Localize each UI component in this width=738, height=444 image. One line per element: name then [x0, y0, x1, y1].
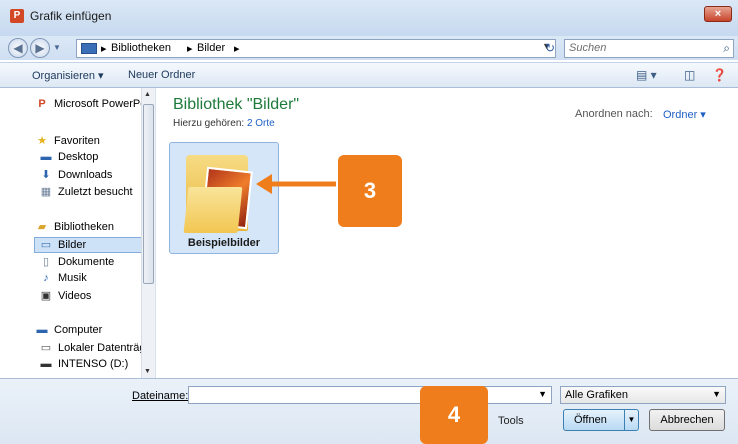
new-folder-button[interactable]: Neuer Ordner: [128, 69, 195, 81]
sidebar-scrollbar[interactable]: ▲ ▼: [141, 88, 155, 378]
help-icon[interactable]: ❓: [712, 68, 727, 82]
window-title: Grafik einfügen: [30, 9, 112, 23]
documents-icon: ▯: [42, 256, 50, 268]
downloads-icon: ⬇: [41, 169, 51, 181]
tools-menu[interactable]: Tools: [498, 415, 524, 427]
step-4-callout: 4: [420, 386, 488, 444]
sidebar-item-recent[interactable]: ▦ Zuletzt besucht: [38, 185, 142, 201]
close-button[interactable]: ×: [704, 6, 732, 22]
powerpoint-app-icon: P: [10, 9, 24, 23]
search-input[interactable]: Suchen: [569, 42, 606, 54]
forward-button[interactable]: ▶: [30, 38, 50, 58]
search-box[interactable]: Suchen ⌕: [564, 39, 734, 58]
organize-menu[interactable]: Organisieren ▾: [32, 69, 104, 82]
breadcrumb-bilder[interactable]: Bilder: [197, 42, 225, 54]
history-dropdown-icon[interactable]: ▼: [53, 40, 63, 56]
breadcrumb-separator-icon[interactable]: ▸: [234, 42, 240, 55]
arrange-by-label: Anordnen nach:: [575, 108, 653, 120]
sidebar-item-bibliotheken[interactable]: ▰ Bibliotheken: [34, 220, 152, 236]
sidebar-item-powerpoint[interactable]: P Microsoft PowerPo: [34, 98, 152, 114]
open-button[interactable]: Öffnen ▼: [563, 409, 639, 431]
open-options-dropdown-icon[interactable]: ▼: [624, 410, 638, 430]
arrange-by-dropdown[interactable]: Ordner ▾: [663, 108, 706, 121]
library-icon: [81, 43, 97, 54]
videos-icon: ▣: [40, 290, 52, 302]
navigation-pane: P Microsoft PowerPo ★ Favoriten ▬ Desktop ⬇…: [0, 88, 156, 378]
star-icon: ★: [37, 135, 47, 147]
folder-label: Beispielbilder: [187, 237, 261, 249]
step-3-callout: 3: [338, 155, 402, 227]
view-options-icon[interactable]: ▤ ▾: [636, 68, 657, 82]
filename-label: Dateiname:: [132, 390, 189, 402]
sidebar-item-favoriten[interactable]: ★ Favoriten: [34, 134, 152, 150]
address-bar[interactable]: ▸ Bibliotheken ▸ Bilder ▸ ▼: [76, 39, 556, 58]
search-icon[interactable]: ⌕: [723, 41, 730, 56]
library-title: Bibliothek "Bilder": [173, 96, 300, 113]
drive-icon: ▭: [40, 342, 52, 354]
sidebar-item-dokumente[interactable]: ▯ Dokumente: [38, 255, 142, 271]
filename-dropdown-icon[interactable]: ▼: [538, 389, 547, 399]
scroll-up-icon[interactable]: ▲: [144, 91, 151, 98]
library-icon: ▰: [37, 221, 47, 233]
usb-drive-icon: ▬: [40, 358, 52, 370]
title-bar: P Grafik einfügen ×: [0, 0, 738, 36]
powerpoint-icon: P: [38, 98, 46, 110]
dialog-footer: Dateiname: ▼ Alle Grafiken ▼ Tools Öffne…: [0, 378, 738, 444]
cancel-button[interactable]: Abbrechen: [649, 409, 725, 431]
back-button[interactable]: ◀: [8, 38, 28, 58]
address-row: ◀ ▶ ▼ ▸ Bibliotheken ▸ Bilder ▸ ▼ ↻ Such…: [0, 36, 738, 60]
folder-item-beispielbilder[interactable]: Beispielbilder: [169, 142, 279, 254]
sidebar-item-videos[interactable]: ▣ Videos: [38, 289, 142, 305]
music-icon: ♪: [43, 272, 49, 284]
breadcrumb-separator-icon[interactable]: ▸: [187, 42, 193, 55]
sidebar-item-local-drive[interactable]: ▭ Lokaler Datenträg: [38, 341, 142, 357]
computer-icon: ▬: [36, 324, 48, 336]
sidebar-item-bilder[interactable]: ▭ Bilder: [34, 237, 144, 253]
breadcrumb-separator-icon[interactable]: ▸: [101, 42, 107, 55]
sidebar-item-intenso[interactable]: ▬ INTENSO (D:): [38, 358, 142, 374]
file-type-dropdown-icon[interactable]: ▼: [712, 389, 721, 399]
file-list-area: Bibliothek "Bilder" Hierzu gehören: 2 Or…: [157, 88, 738, 378]
breadcrumb-bibliotheken[interactable]: Bibliotheken: [111, 42, 171, 54]
filename-input[interactable]: ▼: [188, 386, 552, 404]
recent-icon: ▦: [40, 186, 52, 198]
sidebar-item-musik[interactable]: ♪ Musik: [38, 272, 142, 288]
folder-front-icon: [183, 187, 243, 233]
pictures-icon: ▭: [40, 239, 52, 251]
command-toolbar: Organisieren ▾ Neuer Ordner ▤ ▾ ◫ ❓: [0, 62, 738, 88]
preview-pane-icon[interactable]: ◫: [684, 68, 695, 82]
scroll-down-icon[interactable]: ▼: [144, 368, 151, 375]
file-type-select[interactable]: Alle Grafiken ▼: [560, 386, 726, 404]
library-subtitle: Hierzu gehören: 2 Orte: [173, 118, 275, 129]
desktop-icon: ▬: [40, 151, 52, 163]
sidebar-item-computer[interactable]: ▬ Computer: [34, 324, 152, 340]
locations-link[interactable]: 2 Orte: [247, 118, 275, 129]
sidebar-item-downloads[interactable]: ⬇ Downloads: [38, 168, 142, 184]
sidebar-item-desktop[interactable]: ▬ Desktop: [38, 151, 142, 167]
scroll-thumb[interactable]: [143, 104, 154, 284]
refresh-icon[interactable]: ↻: [541, 40, 559, 57]
